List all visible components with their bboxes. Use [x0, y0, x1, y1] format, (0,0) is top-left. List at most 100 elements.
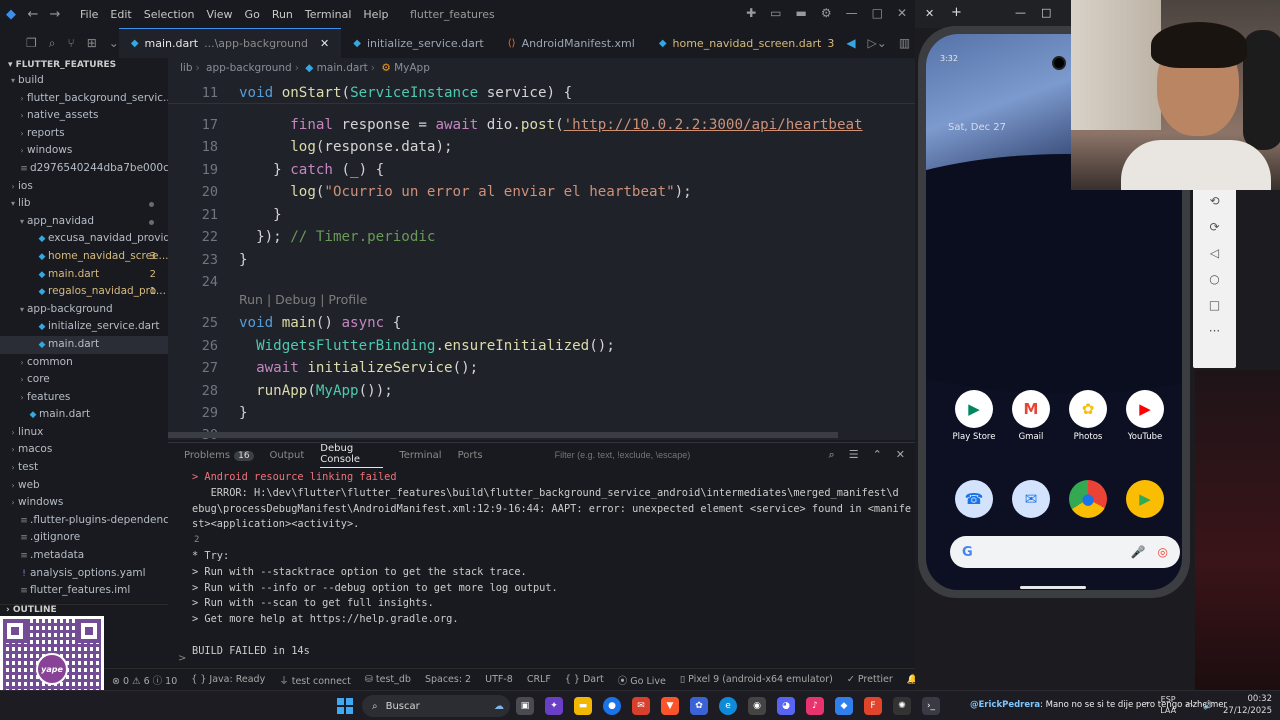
test-connect-status[interactable]: ⏚ test connect: [272, 673, 358, 687]
menu-file[interactable]: File: [74, 8, 104, 21]
close-tab-icon[interactable]: ✕: [320, 37, 329, 50]
home-date[interactable]: Sat, Dec 27: [948, 122, 1006, 133]
start-button[interactable]: [337, 698, 353, 714]
copilot-icon[interactable]: ✚: [746, 6, 756, 20]
close-panel-icon[interactable]: ✕: [896, 448, 905, 462]
tree-item[interactable]: ≡ .gitignore: [0, 529, 168, 547]
more-options-icon[interactable]: ···: [1209, 324, 1220, 338]
encoding-status[interactable]: UTF-8: [478, 674, 520, 685]
back-icon[interactable]: ◁: [1210, 246, 1219, 260]
source-control-icon[interactable]: ⑂: [68, 36, 75, 50]
app-icon[interactable]: F: [864, 697, 882, 715]
chrome-icon[interactable]: ●: [603, 697, 621, 715]
tree-item[interactable]: ◆excusa_navidad_provider....: [0, 230, 168, 248]
tree-item[interactable]: ≡.flutter-plugins-dependencies: [0, 512, 168, 530]
toggle-panel-icon[interactable]: ▬: [795, 6, 806, 20]
tree-item[interactable]: › macos: [0, 441, 168, 459]
task-view-icon[interactable]: ▣: [516, 697, 534, 715]
menu-terminal[interactable]: Terminal: [299, 8, 358, 21]
tree-item[interactable]: ▾ lib: [0, 195, 168, 213]
close-window-icon[interactable]: ✕: [897, 6, 907, 20]
tab-initialize-service[interactable]: ◆ initialize_service.dart: [341, 28, 496, 58]
sticky-scroll-line[interactable]: 11 void onStart(ServiceInstance service) …: [168, 82, 915, 104]
tree-item[interactable]: › ios: [0, 178, 168, 196]
tree-item[interactable]: ≡ .metadata: [0, 547, 168, 565]
menu-go[interactable]: Go: [239, 8, 266, 21]
edge-icon[interactable]: e: [719, 697, 737, 715]
chevron-down-icon[interactable]: ⌄: [109, 36, 119, 50]
tree-item[interactable]: › core: [0, 371, 168, 389]
close-icon[interactable]: ✕: [925, 7, 934, 20]
chatgpt-icon[interactable]: ✺: [893, 697, 911, 715]
split-editor-icon[interactable]: ▥: [899, 36, 910, 50]
minimize-icon[interactable]: —: [846, 6, 858, 20]
app-icon[interactable]: ✿: [690, 697, 708, 715]
breadcrumb-app-background[interactable]: app-background: [206, 62, 292, 74]
code-line[interactable]: 19 } catch (_) {: [168, 159, 384, 181]
extensions-icon[interactable]: ⊞: [87, 36, 97, 50]
menu-edit[interactable]: Edit: [104, 8, 137, 21]
obs-icon[interactable]: ◉: [748, 697, 766, 715]
wifi-icon[interactable]: ◠: [1186, 701, 1193, 710]
copilot-icon[interactable]: ✦: [545, 697, 563, 715]
explorer-icon[interactable]: ❐: [26, 36, 37, 50]
tab-terminal[interactable]: Terminal: [399, 450, 441, 461]
tree-item[interactable]: › reports: [0, 125, 168, 143]
gesture-bar[interactable]: [1020, 586, 1086, 589]
code-line[interactable]: 27 await initializeService();: [168, 357, 478, 379]
code-line[interactable]: 26 WidgetsFlutterBinding.ensureInitializ…: [168, 335, 615, 357]
tree-item[interactable]: › windows: [0, 142, 168, 160]
forward-arrow-icon[interactable]: →: [44, 7, 66, 22]
tree-item[interactable]: › features: [0, 389, 168, 407]
tree-item[interactable]: ◆ main.dart: [0, 335, 168, 354]
google-search-bar[interactable]: G 🎤 ◎: [950, 536, 1180, 568]
app-icon[interactable]: ♪: [806, 697, 824, 715]
toggle-sidebar-icon[interactable]: ▭: [770, 6, 781, 20]
tree-item[interactable]: ▾ build: [0, 72, 168, 90]
tab-android-manifest[interactable]: ⟨⟩ AndroidManifest.xml: [496, 28, 647, 58]
device-status[interactable]: ▯ Pixel 9 (android-x64 emulator): [673, 674, 840, 685]
menu-view[interactable]: View: [200, 8, 238, 21]
tree-item[interactable]: ◆ initialize_service.dart: [0, 318, 168, 336]
search-icon[interactable]: ⌕: [49, 36, 56, 51]
code-line[interactable]: 23}: [168, 249, 248, 271]
tab-problems[interactable]: Problems 16: [184, 450, 254, 461]
code-lens[interactable]: Run | Debug | Profile: [239, 292, 367, 307]
language-status[interactable]: { } Dart: [558, 674, 611, 685]
tree-item[interactable]: ▾ app_navidad: [0, 213, 168, 231]
customize-layout-icon[interactable]: ⚙: [821, 6, 832, 20]
tree-item[interactable]: ≡ flutter_features.iml: [0, 582, 168, 600]
file-explorer-icon[interactable]: ▬: [574, 697, 592, 715]
tab-ports[interactable]: Ports: [458, 450, 483, 461]
discord-icon[interactable]: ◕: [777, 697, 795, 715]
brave-icon[interactable]: ▼: [661, 697, 679, 715]
run-debug-icon[interactable]: ▷⌄: [868, 36, 887, 50]
code-line[interactable]: 22 }); // Timer.periodic: [168, 226, 436, 248]
tree-item[interactable]: ◆ main.dart: [0, 406, 168, 424]
clear-console-icon[interactable]: ☰: [849, 448, 859, 462]
breadcrumb-symbol[interactable]: MyApp: [394, 62, 430, 74]
tree-item[interactable]: › linux: [0, 424, 168, 442]
dock-play-games[interactable]: ▶: [1117, 480, 1173, 522]
explorer-root[interactable]: ▾ FLUTTER_FEATURES: [0, 58, 168, 72]
taskbar-search[interactable]: ⌕ Buscar ☁: [362, 695, 510, 717]
tree-item[interactable]: ! analysis_options.yaml: [0, 565, 168, 583]
maximize-panel-icon[interactable]: ⌃: [873, 448, 882, 462]
tree-item[interactable]: ◆ home_navidad_scree... 3: [0, 248, 168, 266]
tree-item[interactable]: ◆ main.dart 2: [0, 266, 168, 284]
tab-home-navidad-screen[interactable]: ◆ home_navidad_screen.dart 3: [647, 28, 847, 58]
tab-main-dart[interactable]: ◆ main.dart ...\app-background ✕: [118, 28, 342, 58]
lens-icon[interactable]: ◎: [1158, 545, 1168, 559]
terminal-icon[interactable]: ›_: [922, 697, 940, 715]
tab-output[interactable]: Output: [270, 450, 305, 461]
dock-chrome[interactable]: ●: [1060, 480, 1116, 522]
tree-item[interactable]: › test: [0, 459, 168, 477]
code-line[interactable]: 11 void onStart(ServiceInstance service) …: [168, 82, 572, 104]
code-line[interactable]: 28 runApp(MyApp());: [168, 380, 393, 402]
breadcrumb-lib[interactable]: lib: [180, 62, 193, 74]
minimize-icon[interactable]: —: [1015, 6, 1026, 19]
eol-status[interactable]: CRLF: [520, 674, 558, 685]
code-line[interactable]: 21 }: [168, 204, 282, 226]
code-line[interactable]: 18 log(response.data);: [168, 136, 453, 158]
tree-item[interactable]: › flutter_background_servic...: [0, 90, 168, 108]
